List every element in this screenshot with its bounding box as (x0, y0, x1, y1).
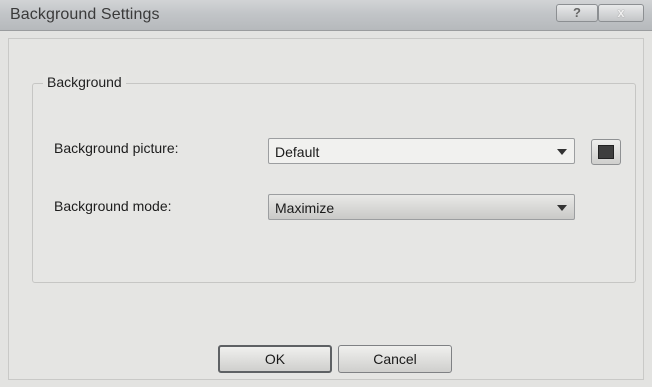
background-picture-dropdown[interactable]: Default (268, 138, 575, 164)
background-mode-label: Background mode: (54, 198, 172, 214)
chevron-down-icon (557, 205, 567, 211)
cancel-button[interactable]: Cancel (338, 345, 452, 373)
background-picture-label: Background picture: (54, 140, 179, 156)
background-groupbox (32, 83, 636, 283)
color-picker-button[interactable] (591, 139, 621, 165)
help-icon: ? (573, 5, 581, 20)
close-button[interactable]: x (598, 4, 644, 22)
close-icon: x (617, 5, 625, 20)
help-button[interactable]: ? (556, 4, 598, 22)
dialog-title: Background Settings (10, 6, 160, 23)
background-settings-dialog: Background Settings ? x Background Backg… (0, 0, 652, 387)
title-bar[interactable]: Background Settings ? x (0, 0, 652, 31)
background-picture-value: Default (275, 144, 320, 160)
chevron-down-icon (557, 149, 567, 155)
groupbox-label: Background (43, 74, 126, 90)
background-mode-value: Maximize (275, 200, 335, 216)
background-mode-dropdown[interactable]: Maximize (268, 194, 575, 220)
ok-button[interactable]: OK (218, 345, 332, 373)
color-swatch (598, 145, 614, 159)
